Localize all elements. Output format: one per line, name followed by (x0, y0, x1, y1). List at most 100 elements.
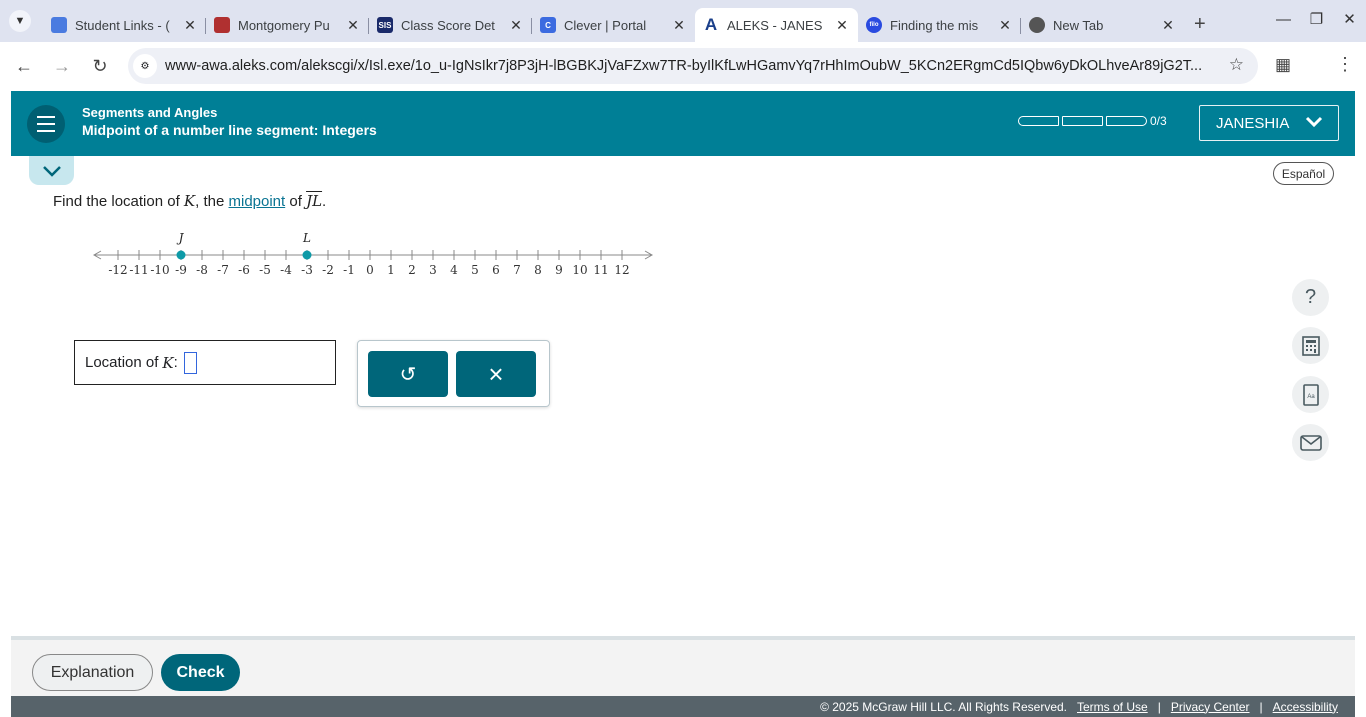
help-icon[interactable]: ? (1292, 279, 1329, 316)
browser-toolbar: ← → ↻ ⚙ www-awa.aleks.com/alekscgi/x/Isl… (0, 42, 1366, 91)
tick-label: 12 (614, 263, 629, 277)
tick-label: -2 (322, 263, 334, 277)
calculator-icon[interactable] (1292, 327, 1329, 364)
tick-label: -1 (343, 263, 355, 277)
tick-label: 1 (387, 263, 395, 277)
url-text[interactable]: www-awa.aleks.com/alekscgi/x/Isl.exe/1o_… (165, 58, 1205, 74)
close-tab-icon[interactable]: ✕ (997, 17, 1013, 34)
midpoint-link[interactable]: midpoint (229, 193, 286, 210)
back-icon[interactable]: ← (5, 56, 43, 77)
tab-title: Class Score Det (401, 17, 495, 33)
collapse-header-button[interactable] (29, 156, 74, 185)
tick-label: -4 (280, 263, 292, 277)
tick-label: -10 (150, 263, 169, 277)
favicon-icon: filo (866, 17, 882, 33)
chevron-down-icon (42, 165, 61, 177)
question-text: Find the location of K, the midpoint of … (53, 192, 327, 210)
tab-title: Clever | Portal (564, 17, 647, 33)
close-tab-icon[interactable]: ✕ (182, 17, 198, 34)
close-tab-icon[interactable]: ✕ (834, 17, 850, 34)
tick-label: 2 (408, 263, 416, 277)
chevron-down-icon (1304, 112, 1324, 137)
user-menu-button[interactable]: JANESHIA (1199, 105, 1339, 141)
tab-title: Finding the mis (890, 17, 979, 33)
menu-button[interactable] (27, 105, 65, 143)
site-info-icon[interactable]: ⚙ (133, 54, 157, 78)
answer-tools: ↺ × (357, 340, 550, 407)
topic-title: Segments and Angles (82, 105, 218, 120)
mail-icon[interactable] (1292, 424, 1329, 461)
privacy-link[interactable]: Privacy Center (1171, 700, 1250, 714)
tick-label: 5 (471, 263, 479, 277)
user-name: JANESHIA (1216, 114, 1290, 132)
restore-icon[interactable]: ❐ (1300, 10, 1333, 28)
footer-actions: Explanation Check (11, 636, 1355, 696)
tick-label: 6 (492, 263, 500, 277)
explanation-button[interactable]: Explanation (32, 654, 153, 691)
tick-label: 8 (534, 263, 542, 277)
forward-icon[interactable]: → (43, 56, 81, 77)
reload-icon[interactable]: ↻ (81, 56, 119, 77)
answer-box: Location of K : (74, 340, 336, 385)
tab-strip: Student Links - (✕ Montgomery Pu ✕ SIS Class… (43, 0, 1184, 42)
browser-tab[interactable]: New Tab ✕ (1020, 8, 1184, 42)
favicon-icon: SIS (377, 17, 393, 33)
tab-search-button[interactable]: ▼ (9, 10, 31, 32)
dictionary-icon[interactable]: Aa (1292, 376, 1329, 413)
accessibility-link[interactable]: Accessibility (1273, 700, 1338, 714)
undo-button[interactable]: ↺ (368, 351, 448, 397)
answer-colon: : (173, 354, 178, 371)
clear-button[interactable]: × (456, 351, 536, 397)
tick-label: 7 (513, 263, 521, 277)
terms-link[interactable]: Terms of Use (1077, 700, 1148, 714)
answer-label: Location of (85, 354, 159, 371)
new-tab-button[interactable]: + (1194, 13, 1206, 36)
tick-label: -6 (238, 263, 250, 277)
browser-tab[interactable]: Student Links - (✕ (43, 8, 206, 42)
tick-label: -8 (196, 263, 208, 277)
progress-count: 0/3 (1150, 114, 1167, 128)
browser-menu-icon[interactable]: ⋮ (1336, 54, 1354, 75)
address-bar[interactable]: ⚙ www-awa.aleks.com/alekscgi/x/Isl.exe/1… (128, 48, 1258, 84)
browser-tab[interactable]: SIS Class Score Det ✕ (368, 8, 532, 42)
undo-icon: ↺ (399, 363, 417, 386)
browser-tab[interactable]: filo Finding the mis ✕ (858, 8, 1021, 42)
answer-input[interactable] (183, 351, 197, 374)
tab-title: New Tab (1053, 17, 1104, 33)
tab-title: ALEKS - JANES (727, 17, 823, 33)
close-tab-icon[interactable]: ✕ (508, 17, 524, 34)
topic-header: Segments and Angles Midpoint of a number… (11, 91, 1355, 156)
tick-label: 3 (429, 263, 437, 277)
tab-title: Montgomery Pu (238, 17, 330, 33)
tick-label: -5 (259, 263, 271, 277)
close-tab-icon[interactable]: ✕ (1160, 17, 1176, 34)
tick-label: 11 (593, 263, 608, 277)
clear-icon: × (488, 358, 504, 389)
check-button[interactable]: Check (161, 654, 240, 691)
browser-tab[interactable]: A ALEKS - JANES ✕ (695, 8, 858, 42)
spanish-language-button[interactable]: Español (1273, 162, 1334, 185)
tick-label: 0 (366, 263, 374, 277)
close-tab-icon[interactable]: ✕ (671, 17, 687, 34)
minimize-icon[interactable]: — (1267, 11, 1300, 28)
point-label-l: L (302, 231, 311, 245)
extensions-icon[interactable]: ▦ (1275, 55, 1291, 75)
number-line: -12 -11 -10 -9 -8 -7 -6 -5 -4 -3 -2 -1 0 1 2 3 4 5 6 7 8 9 10 1… (92, 231, 654, 277)
browser-tab-bar: ▼ Student Links - (✕ Montgomery Pu ✕ SIS Cla… (0, 0, 1366, 42)
tick-label: -9 (175, 263, 187, 277)
tick-label: -11 (129, 263, 148, 277)
point-j (176, 250, 186, 260)
browser-tab[interactable]: C Clever | Portal ✕ (531, 8, 695, 42)
close-tab-icon[interactable]: ✕ (345, 17, 361, 34)
close-window-icon[interactable]: ✕ (1333, 10, 1366, 28)
browser-tab[interactable]: Montgomery Pu ✕ (205, 8, 369, 42)
copyright-bar: © 2025 McGraw Hill LLC. All Rights Reser… (11, 696, 1355, 717)
aleks-app: Segments and Angles Midpoint of a number… (11, 91, 1355, 717)
tick-label: 9 (555, 263, 563, 277)
tick-label: 4 (450, 263, 458, 277)
favicon-icon: A (704, 15, 718, 34)
copyright-text: © 2025 McGraw Hill LLC. All Rights Reser… (820, 699, 1067, 714)
bookmark-star-icon[interactable]: ☆ (1229, 55, 1244, 75)
tick-label: -7 (217, 263, 229, 277)
window-controls: — ❐ ✕ (1267, 0, 1366, 38)
